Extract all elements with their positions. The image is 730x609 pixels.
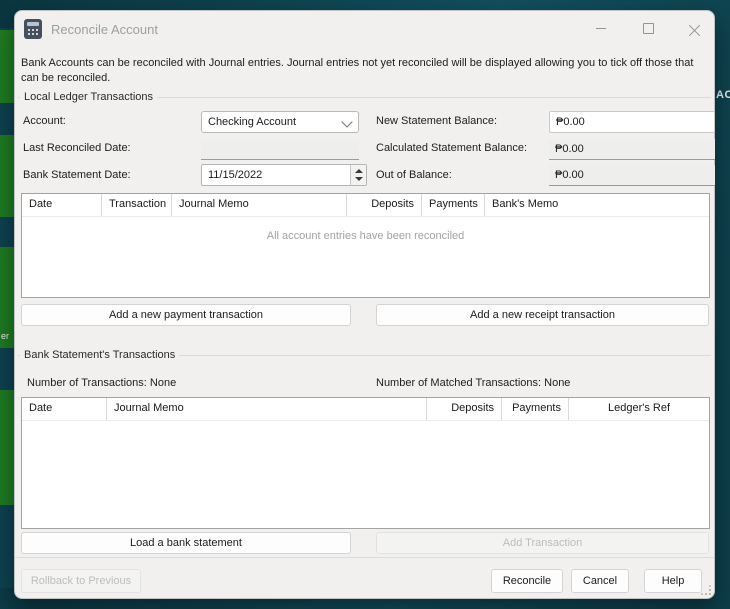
minimize-button[interactable] bbox=[585, 15, 617, 41]
column-header-payments[interactable]: Payments bbox=[422, 194, 485, 216]
out-of-balance-field: ₱0.00 bbox=[549, 165, 715, 186]
background-text-fragment-left: er bbox=[1, 331, 9, 341]
account-dropdown-value: Checking Account bbox=[208, 116, 296, 128]
title-bar[interactable]: Reconcile Account bbox=[15, 11, 714, 47]
calculated-statement-balance-field: ₱0.00 bbox=[549, 139, 715, 160]
bank-statement-group-label: Bank Statement's Transactions bbox=[20, 349, 179, 361]
account-dropdown[interactable]: Checking Account bbox=[201, 111, 359, 133]
spinner-up-icon[interactable] bbox=[355, 169, 363, 173]
resize-grip[interactable] bbox=[702, 586, 711, 595]
sidebar-green-segment bbox=[0, 30, 14, 103]
cancel-button[interactable]: Cancel bbox=[571, 569, 629, 593]
background-text-fragment-right: ACC bbox=[716, 89, 730, 101]
load-bank-statement-button[interactable]: Load a bank statement bbox=[21, 532, 351, 554]
chevron-down-icon bbox=[341, 116, 352, 127]
last-reconciled-date-field bbox=[201, 139, 359, 160]
table-header-row: Date Journal Memo Deposits Payments Ledg… bbox=[22, 398, 709, 421]
date-spinner[interactable] bbox=[350, 165, 366, 185]
calculated-statement-balance-label: Calculated Statement Balance: bbox=[376, 142, 527, 154]
bank-statement-table[interactable]: Date Journal Memo Deposits Payments Ledg… bbox=[21, 397, 710, 529]
column-header-payments[interactable]: Payments bbox=[502, 398, 569, 420]
screen: { "window": { "title": "Reconcile Accoun… bbox=[0, 0, 730, 609]
help-button[interactable]: Help bbox=[644, 569, 702, 593]
new-statement-balance-label: New Statement Balance: bbox=[376, 115, 497, 127]
dialog-description: Bank Accounts can be reconciled with Jou… bbox=[21, 56, 713, 86]
add-transaction-button: Add Transaction bbox=[376, 532, 709, 554]
new-statement-balance-input[interactable]: ₱0.00 bbox=[549, 111, 715, 133]
table-header-row: Date Transaction Journal Memo Deposits P… bbox=[22, 194, 709, 217]
column-header-ledgers-ref[interactable]: Ledger's Ref bbox=[569, 398, 709, 420]
calculator-icon bbox=[24, 19, 42, 39]
reconcile-button[interactable]: Reconcile bbox=[491, 569, 563, 593]
reconcile-account-dialog: Reconcile Account Bank Accounts can be r… bbox=[14, 10, 715, 599]
bank-statement-date-input[interactable]: 11/15/2022 bbox=[201, 164, 367, 186]
out-of-balance-label: Out of Balance: bbox=[376, 169, 452, 181]
background-sidebar-strip bbox=[0, 28, 14, 588]
local-ledger-group-label: Local Ledger Transactions bbox=[20, 91, 157, 103]
maximize-icon bbox=[643, 23, 654, 34]
sidebar-green-segment bbox=[0, 390, 14, 505]
add-receipt-transaction-button[interactable]: Add a new receipt transaction bbox=[376, 304, 709, 326]
bank-statement-date-label: Bank Statement Date: bbox=[23, 169, 131, 181]
column-header-deposits[interactable]: Deposits bbox=[427, 398, 502, 420]
footer-divider bbox=[15, 557, 714, 558]
add-payment-transaction-button[interactable]: Add a new payment transaction bbox=[21, 304, 351, 326]
column-header-transaction[interactable]: Transaction bbox=[102, 194, 172, 216]
transactions-count: Number of Transactions: None bbox=[27, 377, 176, 389]
bank-statement-date-value: 11/15/2022 bbox=[208, 169, 262, 181]
close-button[interactable] bbox=[678, 15, 710, 41]
rollback-to-previous-button: Rollback to Previous bbox=[21, 569, 141, 593]
column-header-journal-memo[interactable]: Journal Memo bbox=[107, 398, 427, 420]
column-header-date[interactable]: Date bbox=[22, 398, 107, 420]
close-icon bbox=[689, 23, 700, 34]
minimize-icon bbox=[596, 28, 606, 29]
matched-transactions-count: Number of Matched Transactions: None bbox=[376, 377, 570, 389]
spinner-down-icon[interactable] bbox=[355, 177, 363, 181]
column-header-banks-memo[interactable]: Bank's Memo bbox=[485, 194, 709, 216]
column-header-journal-memo[interactable]: Journal Memo bbox=[172, 194, 347, 216]
empty-table-message: All account entries have been reconciled bbox=[22, 230, 709, 242]
sidebar-green-segment bbox=[0, 135, 14, 217]
column-header-deposits[interactable]: Deposits bbox=[347, 194, 422, 216]
window-title: Reconcile Account bbox=[51, 22, 158, 37]
column-header-date[interactable]: Date bbox=[22, 194, 102, 216]
ledger-transactions-table[interactable]: Date Transaction Journal Memo Deposits P… bbox=[21, 193, 710, 298]
account-label: Account: bbox=[23, 115, 66, 127]
last-reconciled-date-label: Last Reconciled Date: bbox=[23, 142, 131, 154]
maximize-button[interactable] bbox=[632, 15, 664, 41]
